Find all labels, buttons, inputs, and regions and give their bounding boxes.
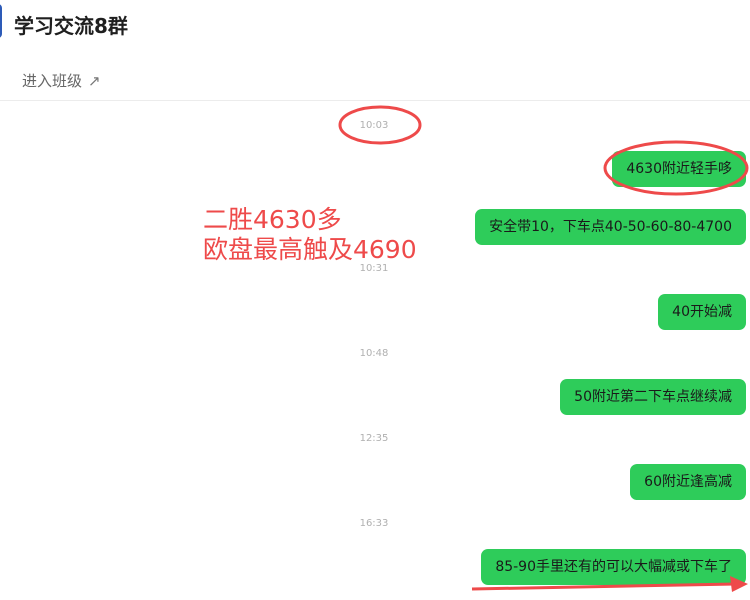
external-arrow-icon: ↗	[88, 72, 101, 90]
message-bubble[interactable]: 40开始减	[658, 294, 746, 330]
annotation-line-1: 二胜4630多	[203, 205, 342, 234]
enter-class-link[interactable]: 进入班级 ↗	[22, 70, 101, 91]
message-bubble[interactable]: 50附近第二下车点继续减	[560, 379, 746, 415]
enter-class-label: 进入班级	[22, 72, 83, 90]
group-avatar[interactable]	[0, 4, 2, 38]
timestamp: 10:03	[359, 120, 389, 131]
timestamp: 16:33	[359, 518, 389, 529]
timestamp: 10:48	[359, 348, 389, 359]
timestamp: 12:35	[359, 433, 389, 444]
message-bubble[interactable]: 4630附近轻手哆	[612, 151, 746, 187]
message-bubble[interactable]: 60附近逢高减	[630, 464, 746, 500]
message-bubble[interactable]: 85-90手里还有的可以大幅减或下车了	[481, 549, 746, 585]
group-title: 学习交流8群	[14, 14, 128, 38]
annotation-line-2: 欧盘最高触及4690	[203, 235, 417, 264]
red-annotation-note: 二胜4630多 欧盘最高触及4690	[203, 205, 417, 265]
message-list[interactable]: 10:03 4630附近轻手哆 安全带10，下车点40-50-60-80-470…	[0, 101, 750, 600]
chat-header: 学习交流8群 进入班级 ↗	[0, 0, 750, 101]
message-bubble[interactable]: 安全带10，下车点40-50-60-80-4700	[475, 209, 746, 245]
